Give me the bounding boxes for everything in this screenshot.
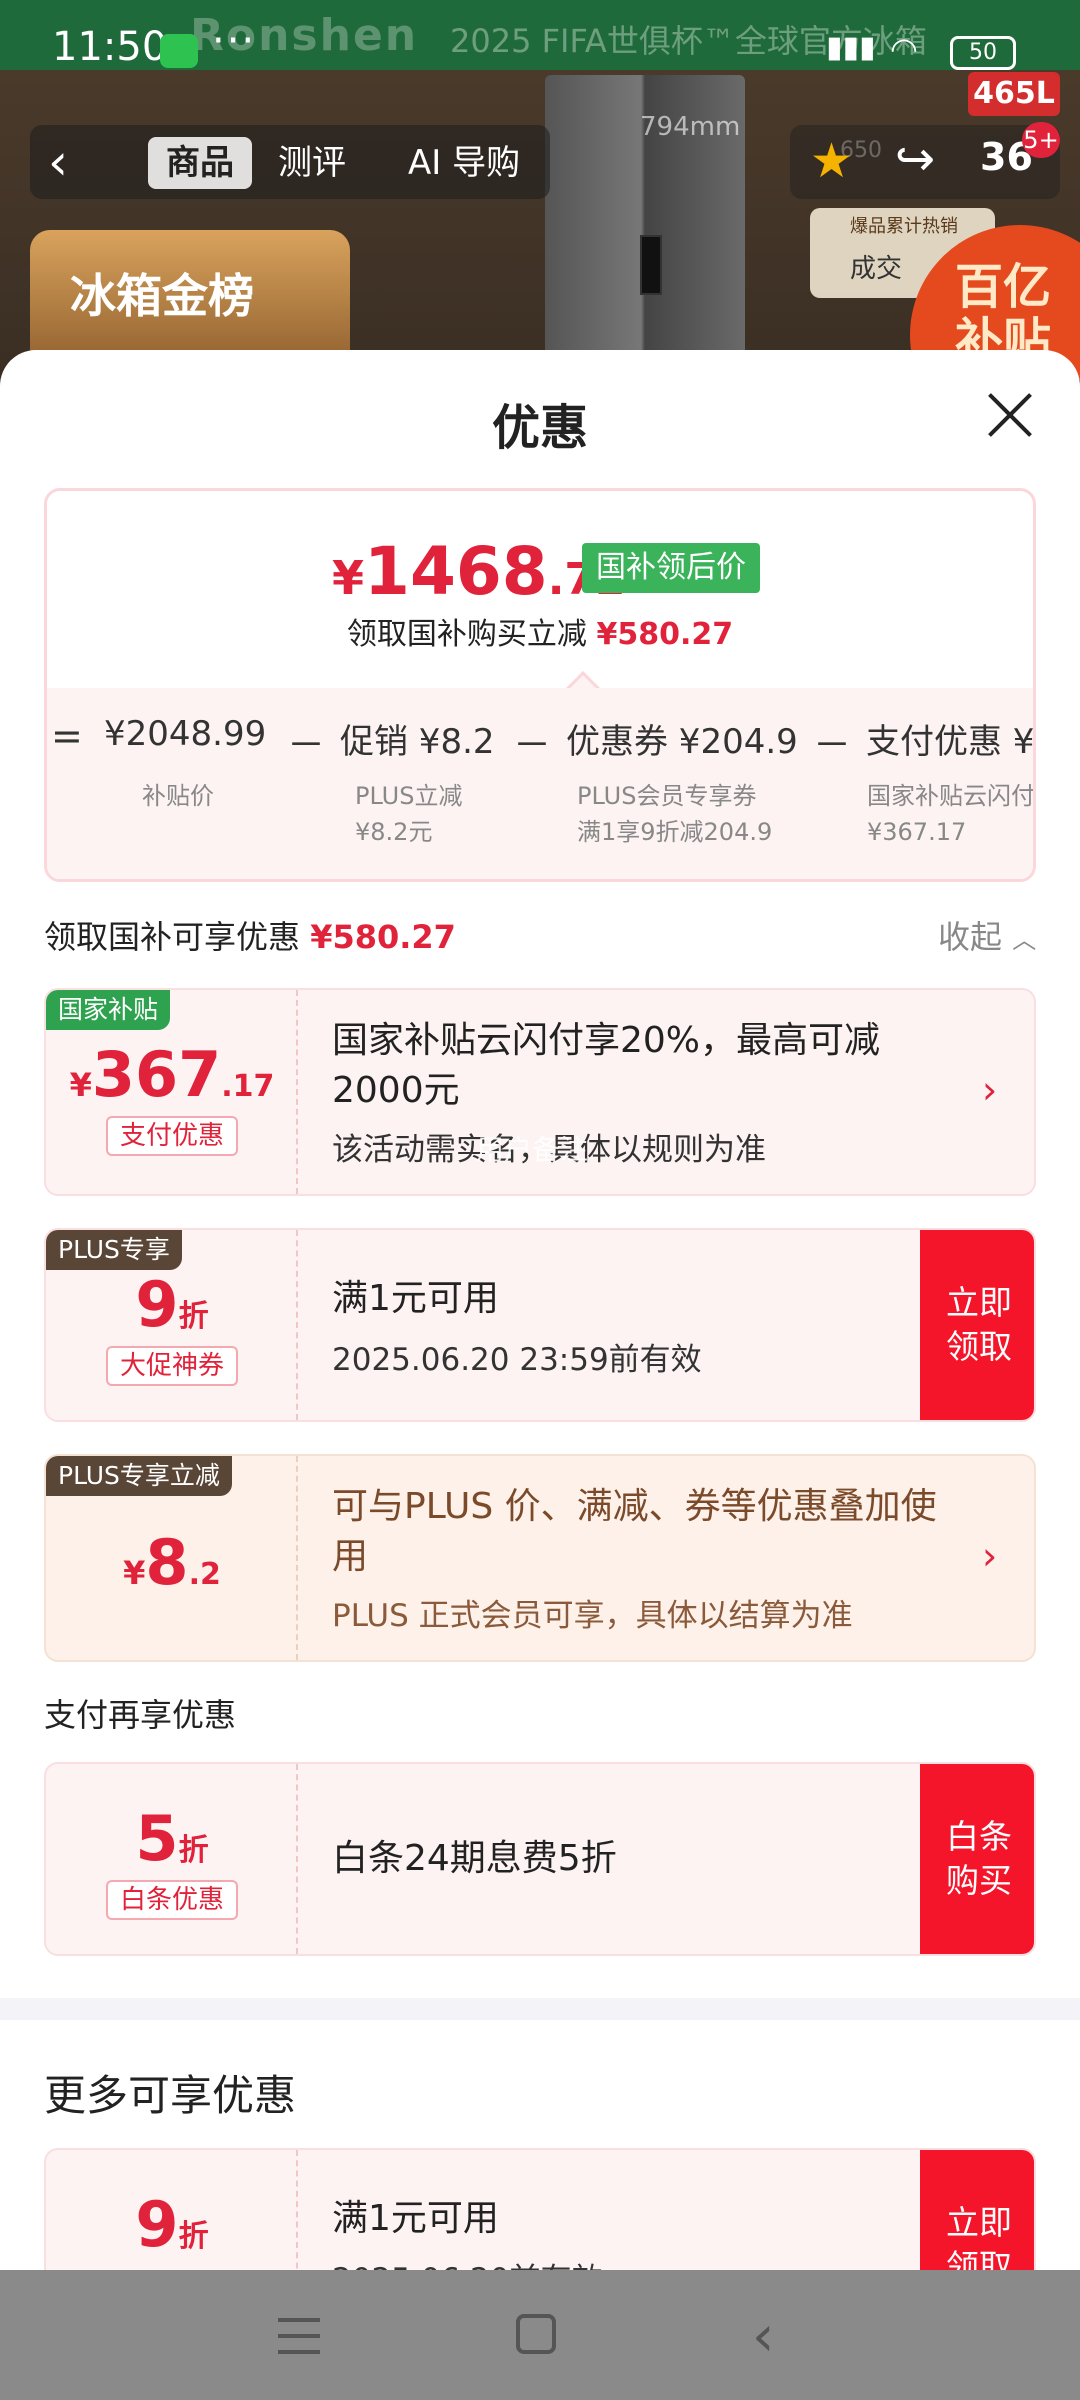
subsidy-price-tag: 国补领后价 xyxy=(582,543,760,593)
share-icon[interactable]: ↪ xyxy=(895,131,935,187)
back-icon[interactable]: ‹ xyxy=(752,2304,774,2369)
sheet-title: 优惠 xyxy=(491,400,588,456)
card-chip: 大促神券 xyxy=(106,1346,238,1386)
price-integer: 1468 xyxy=(364,533,548,610)
price-breakdown: = ¥2048.99 补贴价 － 促销 ¥8.2 PLUS立减 ¥8.2元 － 优… xyxy=(47,688,1033,879)
reduce-amount: ¥580.27 xyxy=(596,617,734,652)
card-subtext: 2025.06.20前有效 xyxy=(332,2254,603,2270)
home-icon[interactable] xyxy=(516,2314,556,2354)
breakdown-sub: 补贴价 xyxy=(142,782,214,810)
breakdown-main: 促销 ¥8.2 xyxy=(340,722,495,762)
breakdown-operator: － xyxy=(513,723,552,767)
collapse-toggle[interactable]: 收起 ︿ xyxy=(938,912,1036,958)
reduce-text: 领取国补购买立减 xyxy=(346,617,587,652)
card-description: 满1元可用 xyxy=(332,2198,499,2239)
currency-symbol: ¥ xyxy=(332,551,365,605)
card-subtext: 2025.06.20 23:59前有效 xyxy=(332,1342,702,1378)
breakdown-operator: － xyxy=(813,723,852,767)
more-notifications-icon: ··· xyxy=(212,18,257,64)
plus-reduction-card[interactable]: PLUS专享立减 ¥8.2 可与PLUS 价、满减、券等优惠叠加使用 PLUS … xyxy=(44,1454,1036,1662)
card-tag: 国家补贴 xyxy=(46,990,171,1030)
card-description: 满1元可用 xyxy=(332,1278,499,1319)
card-tag: PLUS专享立减 xyxy=(46,1456,232,1496)
subsidy-section-heading: 领取国补可享优惠 ¥580.27 xyxy=(44,912,456,958)
clock: 11:50 xyxy=(52,24,168,70)
gold-ranking-label: 冰箱金榜 xyxy=(70,269,254,323)
product-actions: ★ ↪ 36 5+ xyxy=(790,122,1060,199)
breakdown-main: 优惠券 ¥204.9 xyxy=(566,722,798,762)
card-amount: ¥8.2 xyxy=(123,1526,221,1599)
card-tag: PLUS专享 xyxy=(46,1230,182,1270)
card-amount: ¥367.17 xyxy=(69,1038,275,1111)
breakdown-main: ¥2048.99 xyxy=(104,714,267,754)
discount-sheet: 优惠 ¥1468.72 国补领后价 领取国补购买立减 ¥580.27 = ¥20… xyxy=(0,350,1080,2270)
cart-count-badge: 5+ xyxy=(1022,122,1060,158)
breakdown-main: 支付优惠 ¥367.17 xyxy=(866,722,1033,762)
claim-coupon-button[interactable]: 立即领取 xyxy=(920,2150,1034,2270)
system-navigation-bar: ‹ xyxy=(0,2270,1080,2400)
breakdown-operator: = xyxy=(51,714,83,758)
tab-review[interactable]: 测评 xyxy=(260,137,364,189)
card-chip: 支付优惠 xyxy=(106,1116,238,1156)
card-description: 可与PLUS 价、满减、券等优惠叠加使用 xyxy=(332,1486,937,1577)
hot-sales-value: 成交 xyxy=(850,254,903,284)
price-summary: ¥1468.72 国补领后价 领取国补购买立减 ¥580.27 = ¥2048.… xyxy=(44,488,1036,882)
card-amount: 9折 xyxy=(135,2188,209,2261)
menu-icon[interactable] xyxy=(278,2318,320,2354)
breakdown-operator: － xyxy=(287,723,326,767)
card-chip: 白条优惠 xyxy=(106,1880,238,1920)
section-label: 领取国补可享优惠 xyxy=(44,918,301,956)
chevron-left-icon[interactable]: ‹ xyxy=(48,133,68,191)
baitiao-buy-label: 白条购买 xyxy=(946,1817,1012,1900)
more-offers-heading: 更多可享优惠 xyxy=(44,2071,297,2120)
card-description: 国家补贴云闪付享20%，最高可减2000元 xyxy=(332,1020,881,1111)
collapse-label: 收起 xyxy=(938,918,1003,956)
wifi-icon: ◠ xyxy=(890,30,918,68)
dimension-label: 794mm xyxy=(640,112,741,142)
baitiao-card: 5折 白条优惠 白条24期息费5折 白条购买 xyxy=(44,1762,1036,1956)
chevron-right-icon: › xyxy=(982,1068,998,1112)
status-bar: 11:50 ··· ▮▮▮ ◠ 50 xyxy=(0,0,1080,90)
product-tab-bar: ‹ 商品 测评 AI 导购 xyxy=(30,125,550,199)
claim-coupon-button[interactable]: 立即领取 xyxy=(920,1230,1034,1420)
claim-coupon-label: 立即领取 xyxy=(946,2203,1012,2270)
favorite-star-icon[interactable]: ★ xyxy=(810,133,853,189)
close-icon[interactable] xyxy=(985,390,1035,440)
chevron-up-icon: ︿ xyxy=(1012,926,1037,954)
signal-icon: ▮▮▮ xyxy=(826,30,876,65)
breakdown-sub: 国家补贴云闪付 ¥367.17 xyxy=(867,782,1033,846)
section-amount: ¥580.27 xyxy=(310,918,456,956)
tab-product[interactable]: 商品 xyxy=(148,137,252,189)
card-subtext: PLUS 正式会员可享，具体以结算为准 xyxy=(332,1598,853,1634)
watermark-text: 用户备注 xyxy=(476,1133,589,1166)
battery-icon: 50 xyxy=(950,36,1016,70)
card-amount: 5折 xyxy=(135,1802,209,1875)
more-coupon-card: 9折 满1元可用 2025.06.20前有效 立即领取 xyxy=(44,2148,1036,2270)
section-divider xyxy=(0,1998,1080,2020)
reduce-line: 领取国补购买立减 ¥580.27 xyxy=(47,609,1033,653)
baitiao-buy-button[interactable]: 白条购买 xyxy=(920,1764,1034,1954)
card-description: 白条24期息费5折 xyxy=(332,1838,617,1879)
hot-sales-label: 爆品累计热销 xyxy=(850,216,958,237)
breakdown-sub: PLUS会员专享券 满1享9折减204.9 xyxy=(577,782,773,846)
plus-coupon-card: PLUS专享 9折 大促神券 满1元可用 2025.06.20 23:59前有效… xyxy=(44,1228,1036,1422)
subsidy-card[interactable]: 国家补贴 ¥367.17 支付优惠 国家补贴云闪付享20%，最高可减2000元 … xyxy=(44,988,1036,1196)
wechat-icon xyxy=(160,34,198,68)
breakdown-sub: PLUS立减 ¥8.2元 xyxy=(355,782,463,846)
claim-coupon-label: 立即领取 xyxy=(946,1283,1012,1366)
chevron-right-icon: › xyxy=(982,1534,998,1578)
card-amount: 9折 xyxy=(135,1268,209,1341)
tab-ai-guide[interactable]: AI 导购 xyxy=(390,137,538,189)
payment-section-heading: 支付再享优惠 xyxy=(44,1696,237,1734)
